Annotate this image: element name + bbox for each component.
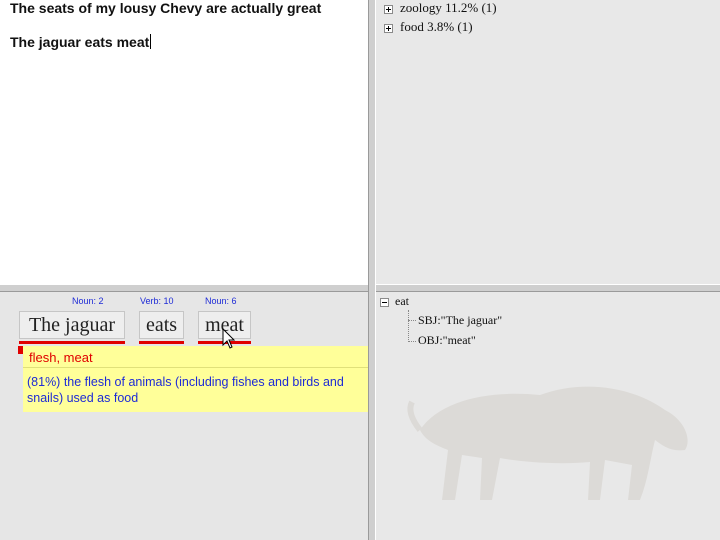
definition-tooltip: (81%) the flesh of animals (including fi… [23, 368, 368, 412]
text-caret [150, 34, 152, 49]
tree-connector [408, 320, 416, 322]
topic-label[interactable]: zoology 11.2% (1) [400, 0, 497, 15]
mouse-pointer-icon [222, 328, 236, 349]
token-eats[interactable]: eats [139, 311, 184, 339]
tree-connector [408, 341, 416, 343]
topics-tree-pane[interactable]: zoology 11.2% (1) food 3.8% (1) [376, 0, 720, 284]
editor-line-2[interactable]: The jaguar eats meat [10, 34, 152, 50]
token-the-jaguar[interactable]: The jaguar [19, 311, 125, 339]
tree-connector [408, 310, 410, 342]
topic-item-zoology[interactable]: zoology 11.2% (1) [384, 0, 497, 16]
jaguar-watermark-icon [407, 386, 688, 500]
horizontal-splitter-right[interactable] [376, 284, 720, 292]
expand-plus-icon[interactable] [384, 4, 393, 14]
token-underline-2 [139, 341, 184, 344]
collapse-minus-icon[interactable] [380, 297, 389, 307]
parse-node-subject[interactable]: SBJ:"The jaguar" [418, 313, 502, 328]
parse-root[interactable]: eat [380, 294, 409, 309]
parse-root-label[interactable]: eat [395, 294, 409, 308]
pos-label-token-1: Noun: 2 [72, 296, 104, 306]
definition-line-1: (81%) the flesh of animals (including fi… [27, 375, 344, 389]
topic-item-food[interactable]: food 3.8% (1) [384, 19, 473, 35]
horizontal-splitter-left[interactable] [0, 284, 368, 292]
editor-line-2-text[interactable]: The jaguar eats meat [10, 34, 149, 50]
token-underline-1 [19, 341, 125, 344]
vertical-splitter[interactable] [368, 0, 376, 540]
text-editor[interactable]: The seats of my lousy Chevy are actually… [0, 0, 368, 284]
synonym-suggestion[interactable]: flesh, meat [23, 346, 368, 368]
pos-label-token-3: Noun: 6 [205, 296, 237, 306]
expand-plus-icon[interactable] [384, 23, 393, 33]
pos-label-token-2: Verb: 10 [140, 296, 174, 306]
editor-line-1[interactable]: The seats of my lousy Chevy are actually… [10, 0, 321, 16]
parse-node-object[interactable]: OBJ:"meat" [418, 333, 476, 348]
definition-line-2: snails) used as food [27, 391, 139, 405]
topic-label[interactable]: food 3.8% (1) [400, 19, 473, 34]
